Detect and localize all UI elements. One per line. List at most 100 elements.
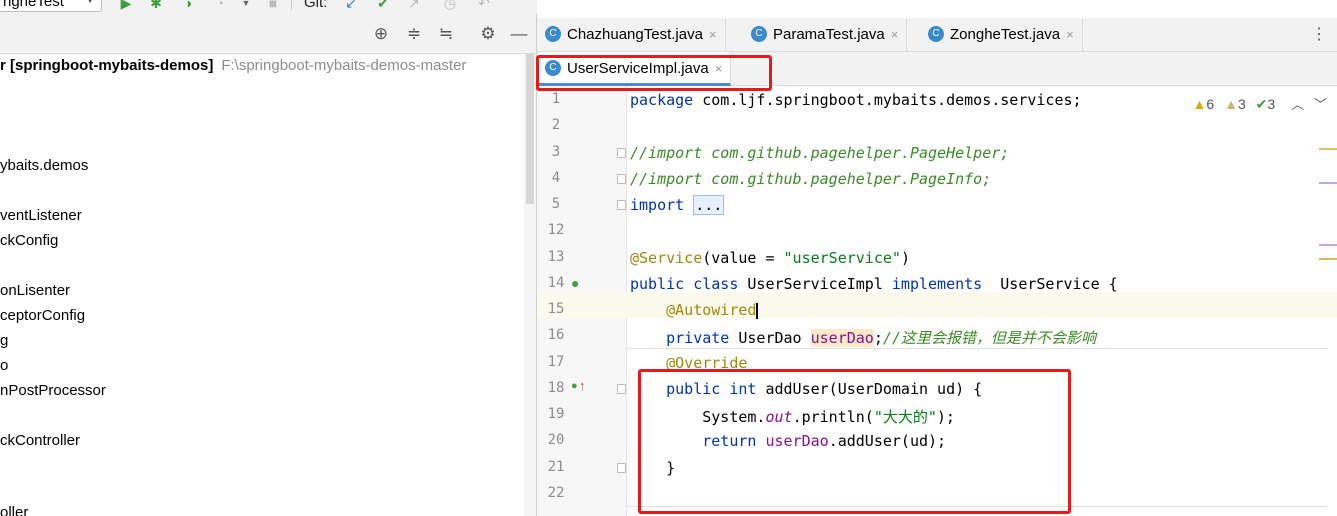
close-icon[interactable]: × <box>1066 27 1074 42</box>
editor-tab-row: C ChazhuangTest.java × C ParamaTest.java × C… <box>537 18 1337 52</box>
code-line-17: @Override <box>666 354 748 372</box>
run-configuration-select[interactable]: ngheTest ▼ <box>0 0 102 12</box>
fold-marker-icon[interactable] <box>617 463 626 473</box>
tab-label: ParamaTest.java <box>773 26 885 43</box>
weak-warning-icon: ▲ <box>1224 96 1238 112</box>
code-editor[interactable]: 1 2 3 4 5 12 13 14 15 16 17 18 19 20 21 … <box>537 86 1337 516</box>
close-icon[interactable]: × <box>709 27 717 42</box>
line-number: 12 <box>547 222 565 238</box>
code-line-1: package com.ljf.springboot.mybaits.demos… <box>630 91 1082 109</box>
project-tree: r [springboot-mybaits-demos] F:\springboo… <box>0 54 522 516</box>
inspection-widget[interactable]: ▲6 ▲3 ✔3 ︿ ﹀ <box>1193 94 1327 113</box>
stripe-mark[interactable] <box>1319 148 1337 150</box>
text-caret <box>756 302 759 319</box>
line-number: 21 <box>547 459 565 475</box>
stripe-mark[interactable] <box>1319 182 1337 184</box>
code-line-5: import ... <box>630 195 725 215</box>
editor-tab-row: C UserServiceImpl.java × <box>537 52 1337 86</box>
stop-icon[interactable]: ■ <box>265 0 281 10</box>
line-number: 19 <box>547 406 565 422</box>
warnings-count[interactable]: ▲6 <box>1193 96 1215 112</box>
git-rollback-icon[interactable]: ↶ <box>476 0 492 10</box>
git-commit-icon[interactable]: ✔ <box>375 0 391 10</box>
tree-item[interactable]: ckController <box>0 432 80 449</box>
code-line-15: @Autowired <box>666 301 759 319</box>
line-number: 20 <box>547 432 565 448</box>
arrow-up-icon[interactable]: ↑ <box>579 378 586 393</box>
code-line-21: } <box>666 459 676 477</box>
profiler-icon[interactable]: ◔ <box>212 0 228 10</box>
collapse-all-icon[interactable]: ≒ <box>436 24 456 44</box>
main-toolbar: ngheTest ▼ ▶ ✱ ◑ ◔ ▼ ■ Git: ↙ ✔ ↗ ◷ ↶ <box>0 0 537 14</box>
code-line-4: //import com.github.pagehelper.PageInfo; <box>630 170 992 188</box>
run-configuration-label: ngheTest <box>3 0 64 10</box>
tab-label: UserServiceImpl.java <box>567 60 709 77</box>
spring-bean-icon[interactable]: ● <box>571 275 579 291</box>
tree-item[interactable]: nPostProcessor <box>0 382 106 399</box>
scrollbar-thumb[interactable] <box>526 54 534 204</box>
line-number: 2 <box>551 117 561 133</box>
code-line-3: //import com.github.pagehelper.PageHelpe… <box>630 144 1010 162</box>
tab-label: ZongheTest.java <box>950 26 1061 43</box>
check-icon: ✔ <box>1255 96 1268 112</box>
code-line-14: public class UserServiceImpl implements … <box>630 275 1118 293</box>
chevron-down-icon[interactable]: ▼ <box>238 0 254 10</box>
run-icon[interactable]: ▶ <box>118 0 134 10</box>
more-tabs-icon[interactable]: ⋮ <box>1311 18 1327 52</box>
project-tree-scrollbar[interactable] <box>524 54 536 516</box>
line-number: 1 <box>551 91 561 107</box>
tab-parama-test[interactable]: C ParamaTest.java × <box>743 18 908 52</box>
implements-method-icon[interactable]: ● <box>571 380 578 392</box>
expand-all-icon[interactable]: ≑ <box>404 24 424 44</box>
gear-icon[interactable]: ⚙ <box>478 24 498 44</box>
line-number: 4 <box>551 170 561 186</box>
git-label: Git: <box>304 0 328 11</box>
debug-icon[interactable]: ✱ <box>148 0 164 10</box>
warning-icon: ▲ <box>1192 96 1207 112</box>
minimize-icon[interactable]: — <box>509 24 529 44</box>
tree-item[interactable]: o <box>0 357 8 374</box>
tab-user-service-impl[interactable]: C UserServiceImpl.java × <box>537 52 732 86</box>
java-class-icon: C <box>545 26 561 43</box>
git-history-icon[interactable]: ◷ <box>442 0 458 10</box>
git-update-icon[interactable]: ↙ <box>343 0 359 10</box>
line-number: 14 <box>547 275 565 291</box>
tree-item[interactable]: g <box>0 332 8 349</box>
close-icon[interactable]: × <box>891 27 899 42</box>
line-number: 16 <box>547 327 565 343</box>
tree-item[interactable]: ybaits.demos <box>0 157 88 174</box>
coverage-icon[interactable]: ◑ <box>180 0 196 10</box>
close-icon[interactable]: × <box>715 61 723 76</box>
fold-marker-icon[interactable] <box>617 200 626 210</box>
line-number: 22 <box>547 485 565 501</box>
chevron-down-icon: ▼ <box>85 0 95 6</box>
folded-imports[interactable]: ... <box>693 195 725 215</box>
project-panel-header: ⊕ ≑ ≒ ⚙ — <box>0 14 536 54</box>
typos-count[interactable]: ✔3 <box>1256 96 1276 113</box>
tree-root-item[interactable]: r [springboot-mybaits-demos] F:\springboo… <box>0 57 466 74</box>
tab-label: ChazhuangTest.java <box>567 26 703 43</box>
code-line-20: return userDao.addUser(ud); <box>702 432 947 450</box>
tree-item[interactable]: onLisenter <box>0 282 70 299</box>
line-number: 15 <box>547 301 565 317</box>
git-push-icon[interactable]: ↗ <box>406 0 422 10</box>
tree-item[interactable]: oller <box>0 504 28 516</box>
line-number: 18 <box>547 380 565 396</box>
line-number: 5 <box>551 196 561 212</box>
locate-file-icon[interactable]: ⊕ <box>371 24 391 44</box>
tree-item[interactable]: ceptorConfig <box>0 307 85 324</box>
tree-item[interactable]: ckConfig <box>0 232 58 249</box>
tree-item[interactable]: ventListener <box>0 207 82 224</box>
tab-zonghe-test[interactable]: C ZongheTest.java × <box>920 18 1083 52</box>
chevron-up-icon[interactable]: ︿ <box>1291 94 1304 113</box>
error-stripe[interactable] <box>1319 86 1337 516</box>
fold-marker-icon[interactable] <box>617 148 626 158</box>
stripe-mark[interactable] <box>1319 244 1337 246</box>
fold-marker-icon[interactable] <box>617 384 626 394</box>
code-line-13: @Service(value = "userService") <box>630 249 910 267</box>
fold-marker-icon[interactable] <box>617 174 626 184</box>
tab-chazhuang-test[interactable]: C ChazhuangTest.java × <box>537 18 726 52</box>
weak-warnings-count[interactable]: ▲3 <box>1224 96 1246 112</box>
stripe-mark[interactable] <box>1319 258 1337 260</box>
project-root-path: F:\springboot-mybaits-demos-master <box>221 57 467 74</box>
